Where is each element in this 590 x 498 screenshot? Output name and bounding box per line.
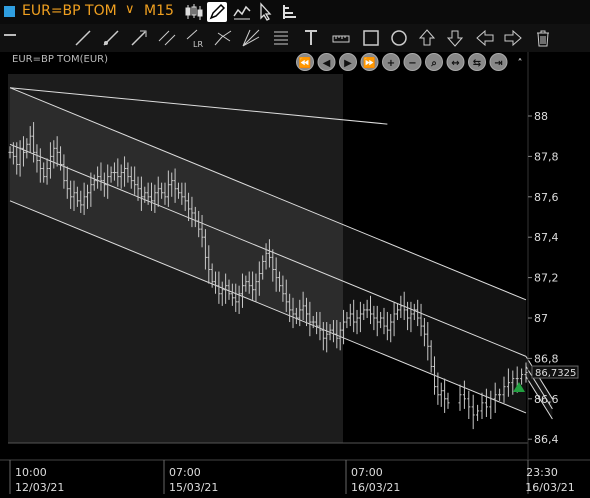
y-tick-label: 87,2	[534, 272, 559, 285]
fibonacci-levels-icon[interactable]	[270, 27, 292, 49]
first-page-icon[interactable]: ⏪	[299, 56, 311, 69]
collapse-panel-icon[interactable]: ˄	[518, 57, 523, 69]
price-chart[interactable]: EUR=BP TOM(EUR) 88 87,8 87,6 87,4 87,2 87 86,8…	[0, 52, 590, 494]
y-tick-label: 86,8	[534, 352, 559, 365]
y-tick-label: 88	[534, 110, 548, 123]
regression-channel-tool-icon[interactable]: LR	[184, 27, 206, 49]
zoom-in-icon[interactable]: +	[387, 58, 395, 69]
toolbar-menu-icon[interactable]	[4, 34, 16, 36]
symbol-label[interactable]: EUR=BP TOM	[22, 3, 117, 19]
next-icon[interactable]: ▶	[344, 58, 352, 69]
chart-panel[interactable]: EUR=BP TOM(EUR) 88 87,8 87,6 87,4 87,2 87 86,8…	[0, 52, 590, 494]
y-tick-label: 87,4	[534, 231, 559, 244]
arrow-line-tool-icon[interactable]	[128, 27, 150, 49]
arrow-left-tool-icon[interactable]	[474, 27, 496, 49]
last-page-icon[interactable]: ⏩	[363, 56, 375, 69]
expand-horizontal-icon[interactable]: ↔	[451, 58, 459, 69]
line-tool-icon[interactable]	[72, 27, 94, 49]
drawing-toolbar: LR	[0, 24, 590, 53]
ray-tool-icon[interactable]	[100, 27, 122, 49]
x-tick-date: 16/03/21	[525, 481, 574, 494]
y-tick-label: 87,6	[534, 191, 559, 204]
chevron-down-icon[interactable]: ∨	[125, 2, 135, 17]
title-bar: EUR=BP TOM ∨ M15	[0, 0, 590, 24]
text-tool-icon[interactable]	[300, 27, 322, 49]
chart-legend: EUR=BP TOM(EUR)	[12, 54, 108, 65]
y-tick-label: 86,4	[534, 433, 559, 446]
arrow-right-tool-icon[interactable]	[502, 27, 524, 49]
chart-style-icon[interactable]	[232, 2, 252, 22]
symbol-color-indicator	[4, 6, 15, 17]
y-tick-label: 87,8	[534, 150, 559, 163]
cursor-icon[interactable]	[256, 2, 276, 22]
arrow-up-tool-icon[interactable]	[416, 27, 438, 49]
andrews-pitchfork-icon[interactable]	[212, 27, 234, 49]
parallel-lines-tool-icon[interactable]	[156, 27, 178, 49]
x-tick-date: 12/03/21	[15, 481, 64, 494]
compress-horizontal-icon[interactable]: ⇆	[473, 58, 481, 69]
y-tick-label: 86,6	[534, 393, 559, 406]
zoom-fit-icon[interactable]: ⌕	[430, 58, 437, 69]
trash-icon[interactable]	[532, 27, 554, 49]
x-tick-time: 10:00	[15, 466, 47, 479]
arrow-down-tool-icon[interactable]	[444, 27, 466, 49]
x-tick-time: 07:00	[351, 466, 383, 479]
x-tick-date: 16/03/21	[351, 481, 400, 494]
x-tick-time: 23:30	[526, 466, 558, 479]
candlestick-chart-icon[interactable]	[184, 2, 204, 22]
y-tick-label: 87	[534, 312, 548, 325]
previous-icon[interactable]: ◀	[323, 58, 331, 69]
ellipse-tool-icon[interactable]	[388, 27, 410, 49]
ruler-tool-icon[interactable]	[330, 27, 352, 49]
svg-text:LR: LR	[193, 40, 203, 49]
edit-pencil-icon[interactable]	[207, 2, 227, 22]
rectangle-tool-icon[interactable]	[360, 27, 382, 49]
fan-lines-icon[interactable]	[240, 27, 262, 49]
last-price-label: 86,7325	[535, 368, 576, 379]
go-to-end-icon[interactable]: ⇥	[494, 58, 502, 69]
bar-chart-icon[interactable]	[279, 2, 299, 22]
zoom-out-icon[interactable]: −	[408, 58, 416, 69]
timeframe-label[interactable]: M15	[144, 3, 174, 19]
x-tick-date: 15/03/21	[169, 481, 218, 494]
x-tick-time: 07:00	[169, 466, 201, 479]
